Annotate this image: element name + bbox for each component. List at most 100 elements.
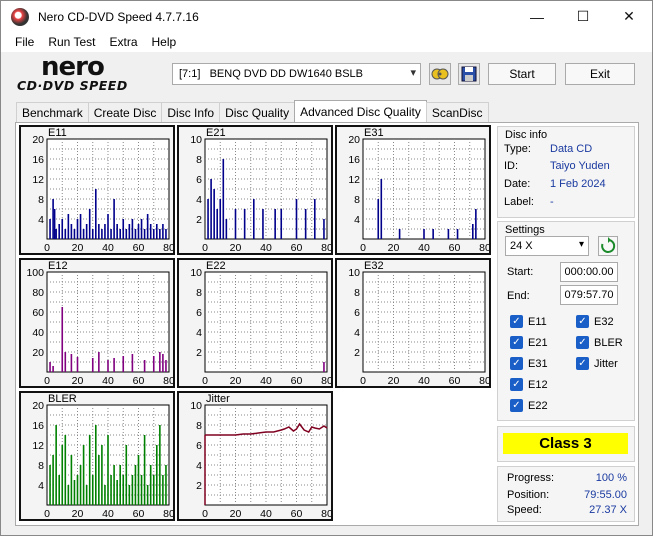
chevron-down-icon: ▾ [578, 239, 584, 250]
bar [91, 229, 94, 239]
checkbox-e11[interactable]: ✓ E11 [510, 315, 547, 328]
check-icon: ✓ [576, 315, 589, 328]
bar [225, 219, 228, 239]
graph-bler-plot: 201612840 20 40 60 80 [32, 400, 173, 519]
menu-extra[interactable]: Extra [102, 35, 144, 49]
x-tick-label: 80 [321, 375, 331, 386]
menu-file[interactable]: File [1, 35, 41, 49]
maximize-button[interactable]: ☐ [560, 1, 606, 32]
y-tick-label: 16 [32, 420, 44, 432]
speed-select[interactable]: 24 X ▾ [505, 236, 589, 256]
bar [213, 189, 215, 239]
y-tick-label: 10 [348, 267, 360, 279]
start-label: Start: [507, 266, 534, 278]
bar [88, 209, 91, 239]
bar [113, 358, 115, 372]
bar [58, 224, 60, 239]
bar [122, 356, 125, 372]
disc-type-label: Type: [504, 143, 531, 155]
checkbox-e21[interactable]: ✓ E21 [510, 336, 548, 349]
bar [162, 354, 164, 372]
disc-label-value: - [550, 196, 554, 208]
bar [207, 199, 209, 239]
bar [146, 485, 149, 505]
x-tick-label: 80 [321, 242, 331, 253]
x-tick-label: 60 [133, 375, 145, 386]
tab-benchmark[interactable]: Benchmark [16, 102, 89, 122]
exit-button[interactable]: Exit [565, 63, 635, 85]
position-row: Position: 79:55.00 [507, 489, 627, 501]
tab-create-disc[interactable]: Create Disc [87, 102, 163, 122]
disc-type-value: Data CD [550, 143, 593, 155]
y-tick-label: 4 [354, 214, 360, 226]
bar [377, 199, 380, 239]
bar [76, 475, 79, 505]
minimize-button[interactable]: — [514, 1, 560, 32]
bar [61, 445, 64, 505]
checkbox-jitter[interactable]: ✓ Jitter [576, 357, 618, 370]
y-tick-label: 6 [196, 307, 202, 319]
y-tick-label: 4 [196, 460, 202, 472]
start-button[interactable]: Start [488, 63, 556, 85]
bar [253, 199, 255, 239]
bar [85, 224, 88, 239]
end-time-input[interactable]: 079:57.70 [560, 285, 618, 305]
bar [156, 224, 158, 239]
bar [70, 354, 73, 372]
y-tick-label: 4 [196, 194, 202, 206]
close-button[interactable]: ✕ [606, 1, 652, 32]
checkbox-e32[interactable]: ✓ E32 [576, 315, 614, 328]
check-icon: ✓ [510, 315, 523, 328]
checkbox-e12[interactable]: ✓ E12 [510, 378, 548, 391]
bar [82, 229, 85, 239]
start-time-input[interactable]: 000:00.00 [560, 262, 618, 282]
bar [128, 485, 131, 505]
checkbox-bler[interactable]: ✓ BLER [576, 336, 623, 349]
menu-run-test[interactable]: Run Test [41, 35, 102, 49]
bar [101, 445, 103, 505]
tab-disc-quality[interactable]: Disc Quality [219, 102, 296, 122]
nero-logo: nero CD·DVD SPEED [13, 52, 165, 95]
y-tick-label: 20 [32, 134, 44, 146]
x-tick-label: 60 [133, 508, 145, 519]
toolbar: nero CD·DVD SPEED [7:1] BENQ DVD DD DW16… [1, 52, 652, 99]
disc-eject-icon[interactable] [429, 63, 451, 85]
speed-value: 27.37 X [589, 504, 627, 516]
save-icon[interactable] [458, 63, 480, 85]
x-tick-label: 20 [388, 375, 400, 386]
tab-scandisc[interactable]: ScanDisc [425, 102, 489, 122]
x-tick-label: 60 [449, 242, 461, 253]
x-tick-label: 0 [360, 375, 366, 386]
drive-select[interactable]: [7:1] BENQ DVD DD DW1640 BSLB ▾ [172, 63, 421, 85]
graph-e22: 10 8 6 4 2 0 20 40 60 80 E22 [177, 258, 333, 388]
menu-help[interactable]: Help [145, 35, 184, 49]
bar [143, 229, 146, 239]
y-tick-label: 4 [354, 327, 360, 339]
graph-title: E11 [48, 127, 67, 139]
tab-disc-info[interactable]: Disc Info [161, 102, 221, 122]
tab-advanced-disc-quality[interactable]: Advanced Disc Quality [294, 100, 427, 122]
graph-e32: 10 8 6 4 2 0 20 40 60 80 E32 [335, 258, 491, 388]
graph-bler: 20 16 12 8 4 0 20 40 60 80 BLER [19, 391, 175, 521]
bar [219, 199, 222, 239]
check-icon: ✓ [510, 357, 523, 370]
logo-subtitle: CD·DVD SPEED [17, 78, 128, 93]
bar [49, 465, 51, 505]
x-tick-label: 60 [291, 375, 303, 386]
bar [73, 480, 76, 505]
y-tick-label: 8 [196, 420, 202, 432]
refresh-icon[interactable] [598, 236, 618, 256]
bar [76, 357, 79, 372]
bar [107, 360, 109, 372]
disc-id-value: Taiyo Yuden [550, 160, 610, 172]
graph-e12: 100 80 60 40 20 0 20 40 60 80 E12 [19, 258, 175, 388]
bar [64, 229, 67, 239]
checkbox-e31[interactable]: ✓ E31 [510, 357, 548, 370]
checkbox-e22[interactable]: ✓ E22 [510, 399, 548, 412]
bar [52, 455, 54, 505]
bar [58, 475, 60, 505]
graph-e12-plot: 100 80 60 40 20 0 20 40 60 80 [26, 267, 173, 386]
bar [98, 224, 100, 239]
x-tick-label: 20 [388, 242, 400, 253]
bar [125, 229, 128, 239]
